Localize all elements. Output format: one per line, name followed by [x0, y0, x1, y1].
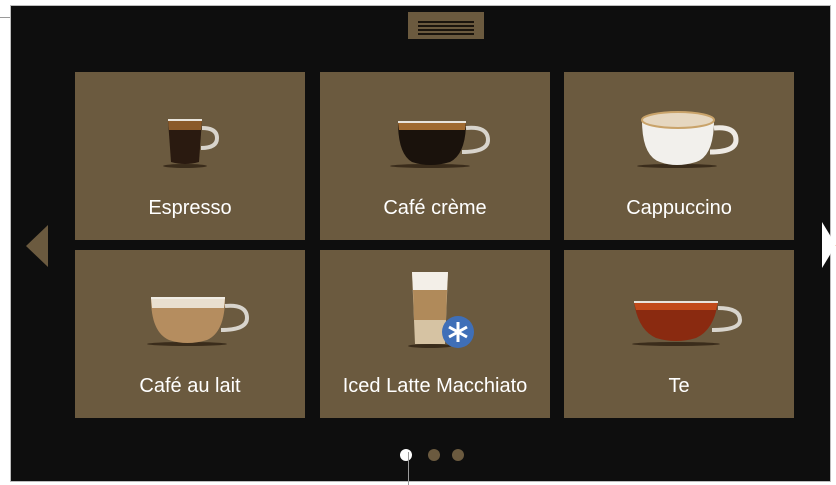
- tea-cup-icon: [632, 301, 743, 346]
- tile-espresso[interactable]: Espresso: [75, 72, 305, 240]
- tile-cappuccino[interactable]: Cappuccino: [564, 72, 794, 240]
- handle-line: [418, 29, 474, 31]
- tile-label: Café au lait: [139, 375, 241, 397]
- tile-iced-latte-macchiato[interactable]: Iced Latte Macchiato: [320, 250, 550, 418]
- pagination-dots[interactable]: [400, 446, 480, 462]
- coffee-machine-screen: Espresso Café crème Cappuccino Café au l…: [10, 5, 831, 482]
- top-menu-handle[interactable]: [408, 12, 484, 39]
- cappuccino-cup-icon: [637, 111, 739, 168]
- handle-line: [418, 25, 474, 27]
- handle-line: [418, 21, 474, 23]
- tile-te[interactable]: Te: [564, 250, 794, 418]
- tile-label: Te: [668, 375, 690, 397]
- tile-label: Iced Latte Macchiato: [342, 375, 528, 397]
- iced-latte-glass-icon: [408, 272, 474, 348]
- cafe-creme-cup-icon: [390, 121, 491, 168]
- tile-cafe-au-lait[interactable]: Café au lait: [75, 250, 305, 418]
- page-dot-active[interactable]: [400, 449, 412, 461]
- previous-page-arrow-icon[interactable]: [26, 225, 50, 267]
- cafe-au-lait-cup-icon: [147, 297, 250, 346]
- tile-label: Cappuccino: [626, 197, 732, 219]
- tile-cafe-creme[interactable]: Café crème: [320, 72, 550, 240]
- next-page-arrow-icon[interactable]: [818, 220, 836, 270]
- espresso-cup-icon: [163, 119, 220, 168]
- tile-label: Café crème: [383, 197, 487, 219]
- page-dot[interactable]: [452, 449, 464, 461]
- page-dot[interactable]: [428, 449, 440, 461]
- callout-line-bottom: [408, 452, 409, 485]
- handle-line: [418, 33, 474, 35]
- tile-label: Espresso: [148, 197, 232, 219]
